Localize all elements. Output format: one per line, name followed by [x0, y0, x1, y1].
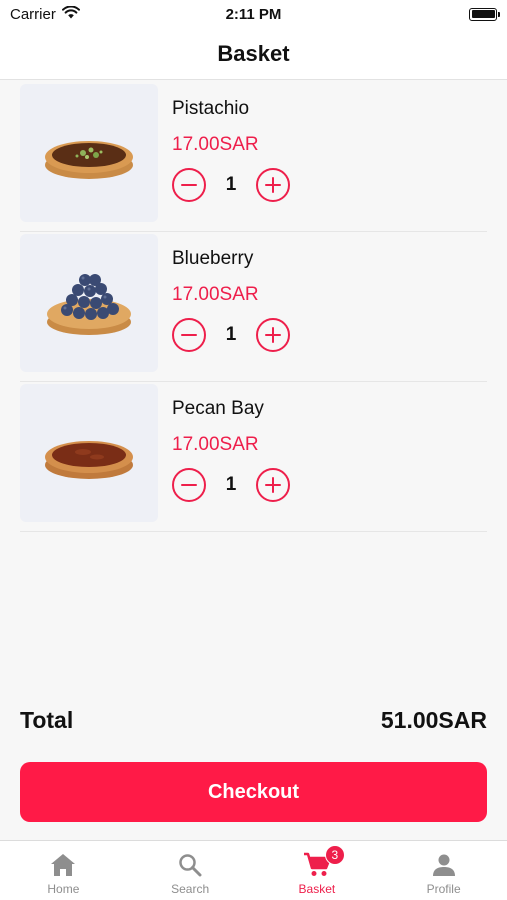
tab-label: Profile [426, 882, 461, 896]
total-label: Total [20, 706, 74, 733]
cart-count-badge: 3 [324, 845, 345, 865]
item-info: Pistachio 17.00SAR 1 [158, 84, 290, 202]
decrease-quantity-button[interactable] [172, 168, 206, 202]
quantity-stepper: 1 [172, 318, 290, 352]
person-icon [430, 851, 458, 879]
item-info: Blueberry 17.00SAR 1 [158, 234, 290, 352]
pecan-tart-image [20, 384, 158, 522]
wifi-icon [61, 5, 80, 23]
home-icon [49, 851, 77, 879]
tab-home[interactable]: Home [0, 841, 127, 900]
page-title: Basket [217, 40, 290, 66]
tab-basket[interactable]: 3 Basket [254, 841, 381, 900]
status-bar: Carrier 2:11 PM [0, 0, 507, 28]
tab-label: Search [171, 882, 210, 896]
basket-item[interactable]: Pistachio 17.00SAR 1 [20, 82, 487, 232]
tab-label: Home [47, 882, 80, 896]
item-price: 17.00SAR [172, 134, 259, 155]
decrease-quantity-button[interactable] [172, 468, 206, 502]
search-icon [176, 851, 204, 879]
tab-label: Basket [298, 882, 336, 896]
item-quantity: 1 [225, 324, 237, 345]
decrease-quantity-button[interactable] [172, 318, 206, 352]
total-row: Total 51.00SAR [20, 704, 487, 736]
increase-quantity-button[interactable] [256, 318, 290, 352]
status-left: Carrier [10, 5, 80, 23]
item-price: 17.00SAR [172, 434, 259, 455]
basket-list: Pistachio 17.00SAR 1 Blueberry 17.00SAR … [20, 82, 487, 532]
item-info: Pecan Bay 17.00SAR 1 [158, 384, 290, 502]
tab-search[interactable]: Search [127, 841, 254, 900]
item-name: Pecan Bay [172, 398, 264, 419]
tab-bar: Home Search 3 Basket Profile [0, 840, 507, 900]
increase-quantity-button[interactable] [256, 468, 290, 502]
basket-item[interactable]: Blueberry 17.00SAR 1 [20, 232, 487, 382]
tab-profile[interactable]: Profile [380, 841, 507, 900]
quantity-stepper: 1 [172, 468, 290, 502]
item-price: 17.00SAR [172, 284, 259, 305]
battery-icon [469, 7, 500, 21]
increase-quantity-button[interactable] [256, 168, 290, 202]
quantity-stepper: 1 [172, 168, 290, 202]
item-name: Blueberry [172, 248, 254, 269]
carrier-label: Carrier [10, 5, 56, 23]
pistachio-tart-image [20, 84, 158, 222]
item-quantity: 1 [225, 474, 237, 495]
total-value: 51.00SAR [380, 706, 487, 733]
item-name: Pistachio [172, 98, 250, 119]
navigation-bar: Basket [0, 28, 507, 80]
checkout-button[interactable]: Checkout [20, 762, 487, 822]
item-quantity: 1 [225, 174, 237, 195]
cart-icon: 3 [303, 845, 345, 879]
basket-item[interactable]: Pecan Bay 17.00SAR 1 [20, 382, 487, 532]
blueberry-tart-image [20, 234, 158, 372]
